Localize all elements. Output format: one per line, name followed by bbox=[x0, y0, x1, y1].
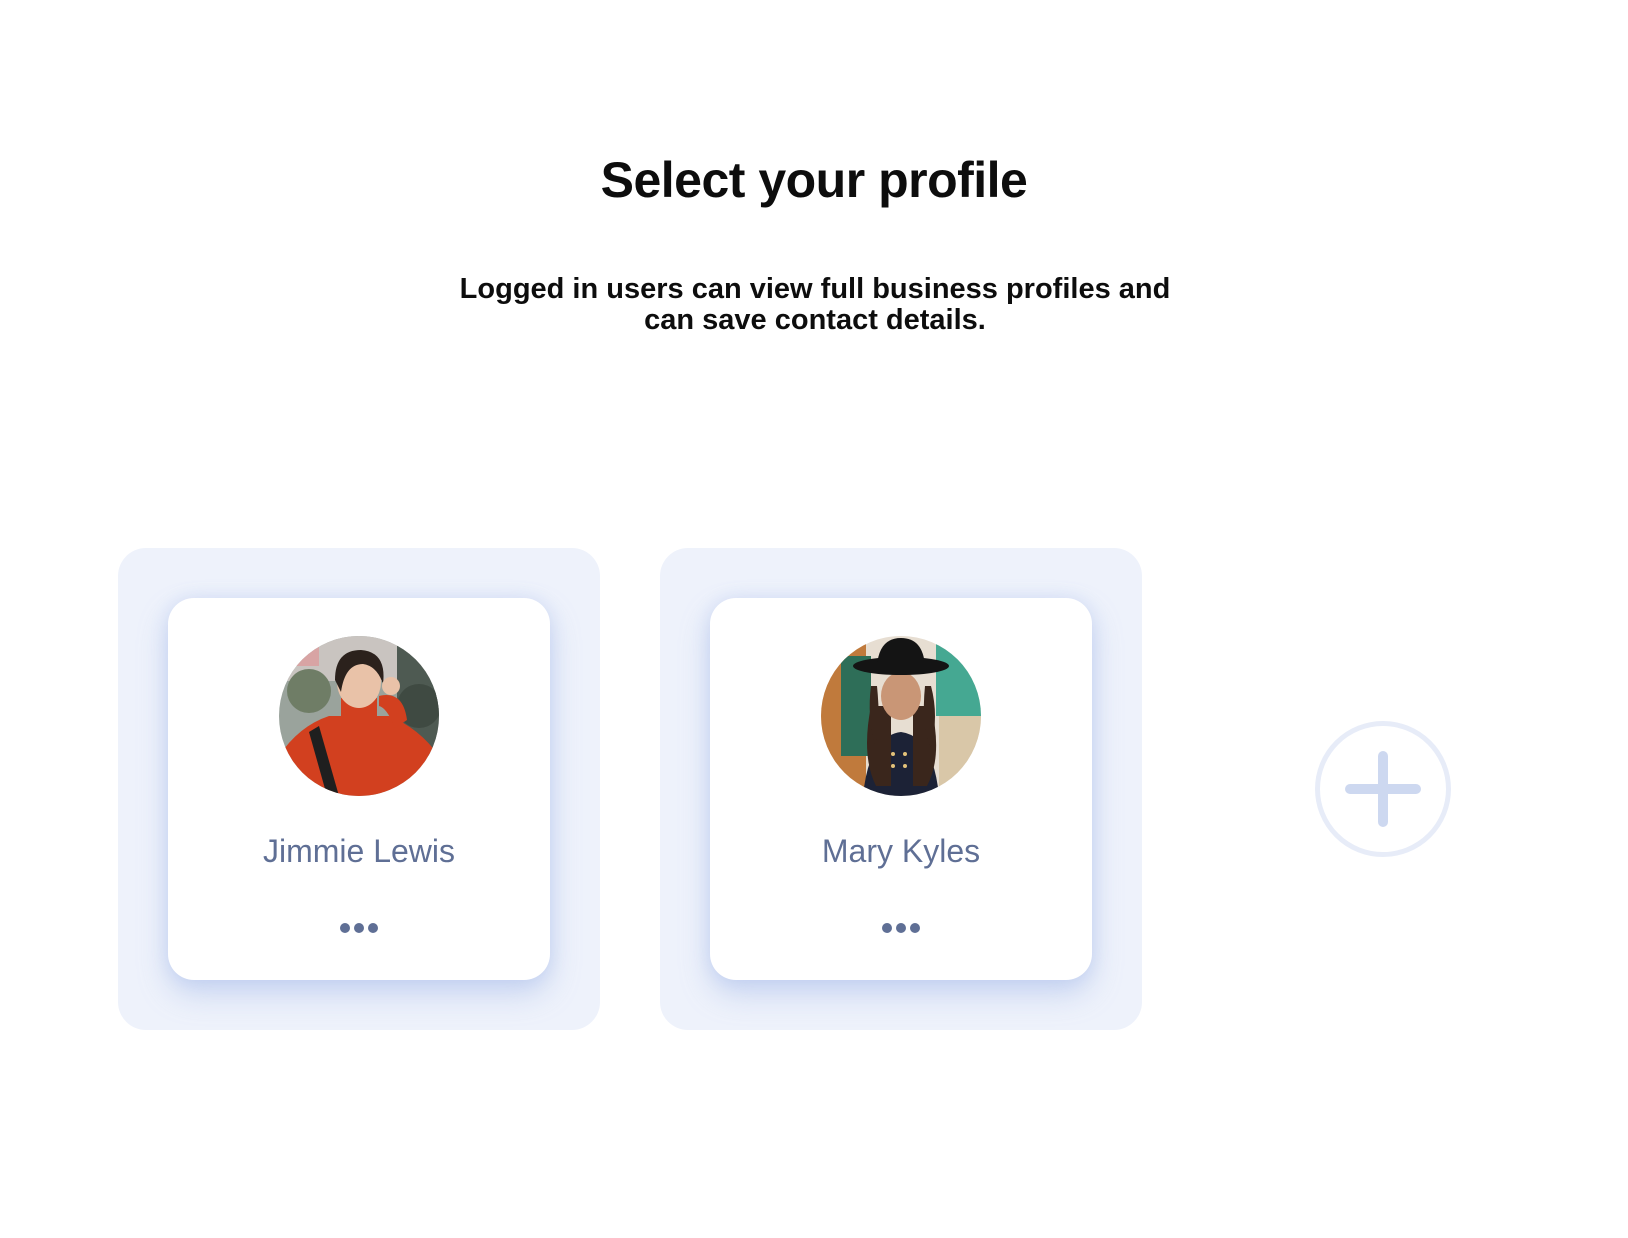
more-options-button[interactable] bbox=[876, 913, 926, 943]
profile-name: Mary Kyles bbox=[821, 833, 981, 869]
page-title: Select your profile bbox=[600, 152, 1028, 208]
profile-tile: Jimmie Lewis bbox=[118, 548, 600, 1030]
avatar bbox=[279, 636, 439, 796]
avatar-photo-mary-kyles bbox=[821, 636, 981, 796]
more-dots-icon bbox=[910, 923, 920, 933]
profile-card-jimmie-lewis[interactable]: Jimmie Lewis bbox=[168, 598, 550, 980]
more-options-button[interactable] bbox=[334, 913, 384, 943]
more-dots-icon bbox=[896, 923, 906, 933]
page-subtitle: Logged in users can view full business p… bbox=[459, 273, 1171, 336]
profile-tile: Mary Kyles bbox=[660, 548, 1142, 1030]
add-profile-button[interactable] bbox=[1315, 721, 1451, 857]
profile-name: Jimmie Lewis bbox=[262, 833, 456, 869]
more-dots-icon bbox=[354, 923, 364, 933]
avatar bbox=[821, 636, 981, 796]
more-dots-icon bbox=[882, 923, 892, 933]
more-dots-icon bbox=[340, 923, 350, 933]
more-dots-icon bbox=[368, 923, 378, 933]
profile-card-mary-kyles[interactable]: Mary Kyles bbox=[710, 598, 1092, 980]
avatar-photo-jimmie-lewis bbox=[279, 636, 439, 796]
plus-icon bbox=[1345, 751, 1421, 827]
